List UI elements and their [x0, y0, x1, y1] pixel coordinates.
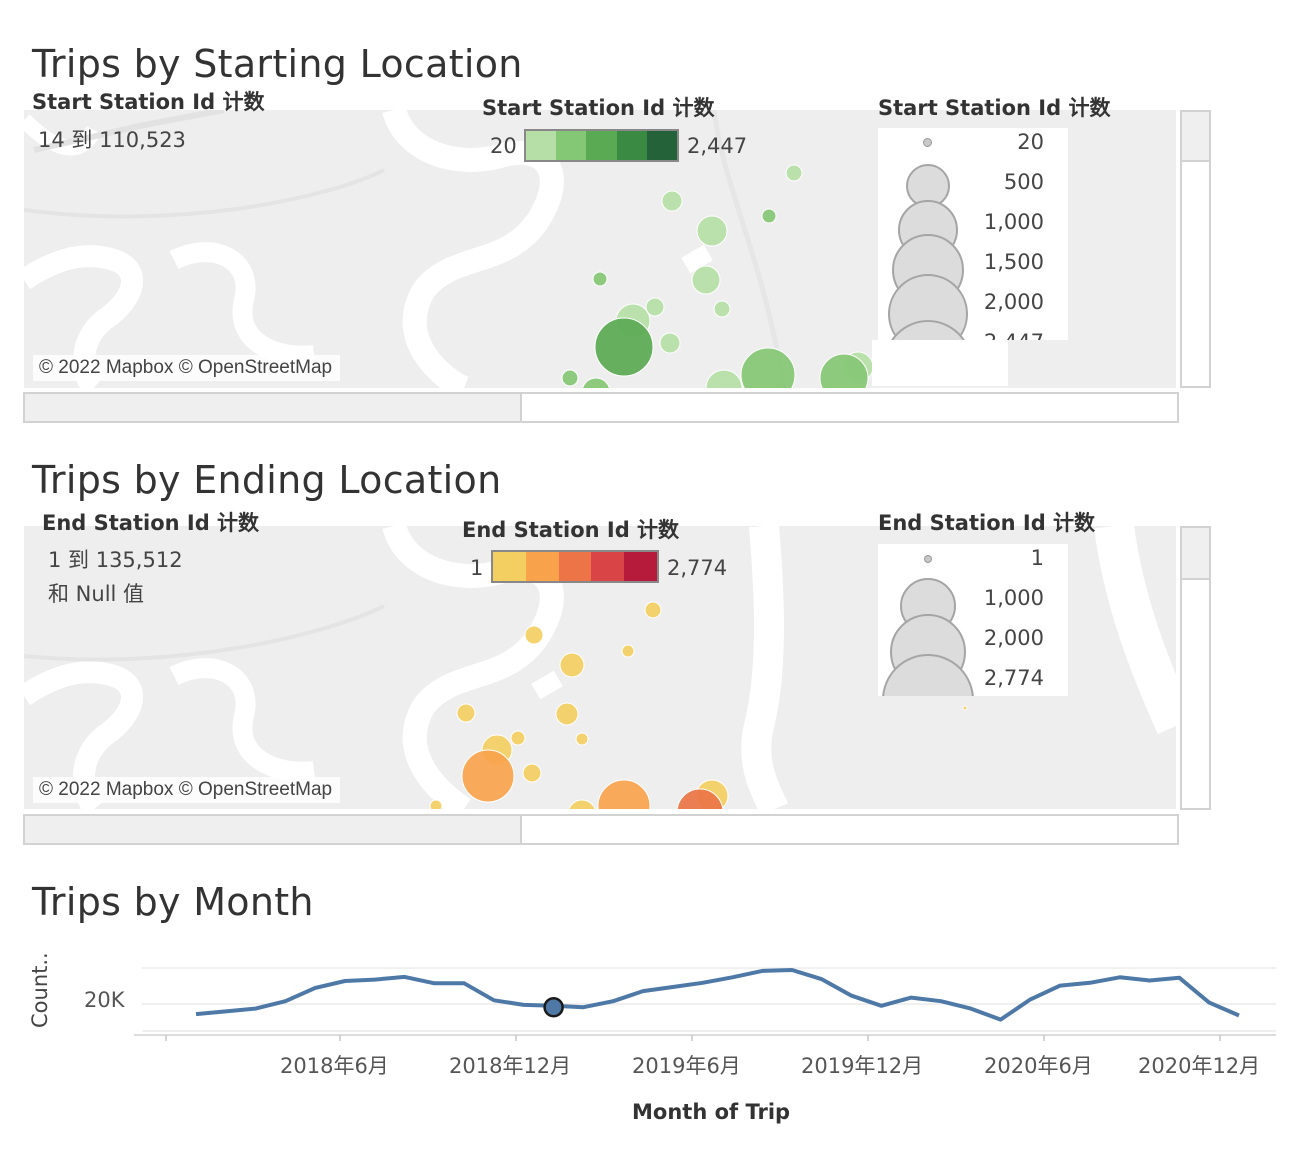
end-station-point[interactable] [575, 732, 589, 746]
month-x-tick-2019-12: 2019年12月 [801, 1054, 924, 1078]
size-legend-label-2000: 2,000 [983, 290, 1044, 314]
end-map-horizontal-scroll-thumb[interactable] [25, 816, 522, 843]
start-filter-label: Start Station Id 计数 [32, 90, 265, 114]
end-ramp-step-1 [493, 552, 526, 581]
start-map-horizontal-scroll-thumb[interactable] [25, 394, 522, 421]
start-station-point[interactable] [659, 332, 681, 354]
start-ramp-step-1 [526, 131, 557, 160]
month-x-tick-2018-06: 2018年6月 [280, 1054, 389, 1078]
end-station-point[interactable] [555, 702, 579, 726]
size-legend-label-500: 500 [1003, 170, 1044, 194]
end-size-legend-label-2774: 2,774 [983, 666, 1044, 690]
end-station-point[interactable] [597, 779, 651, 809]
end-station-point[interactable] [510, 730, 526, 746]
end-size-legend-label-1000: 1,000 [983, 586, 1044, 610]
start-section-title: Trips by Starting Location [32, 42, 523, 86]
end-ramp-step-5 [624, 552, 657, 581]
end-ramp-step-3 [558, 552, 592, 581]
start-color-ramp [524, 129, 679, 162]
start-ramp-step-5 [646, 131, 678, 160]
size-legend-label-1000: 1,000 [983, 210, 1044, 234]
start-map-vertical-scroll-thumb[interactable] [1182, 112, 1209, 162]
start-filter-range[interactable]: 14 到 110,523 [38, 124, 186, 154]
start-station-point[interactable] [713, 300, 731, 318]
end-map-vertical-scrollbar[interactable] [1180, 526, 1211, 810]
start-station-point[interactable] [594, 317, 654, 377]
end-size-legend-label-1: 1 [1030, 546, 1044, 570]
end-size-legend-dot-1 [924, 555, 932, 563]
end-station-point[interactable] [456, 703, 476, 723]
start-color-legend-min: 20 [490, 134, 517, 158]
end-color-ramp [491, 550, 659, 583]
end-filter-range[interactable]: 1 到 135,512 [48, 544, 183, 574]
size-legend-label-1500: 1,500 [983, 250, 1044, 274]
size-legend-label-2447: 2,447 [984, 330, 1044, 340]
end-station-point[interactable] [429, 799, 443, 809]
start-legend-cover [872, 340, 1008, 386]
start-map-horizontal-scrollbar[interactable] [23, 392, 1179, 423]
month-y-axis-title: Count.. [28, 952, 52, 1028]
start-station-point[interactable] [691, 265, 721, 295]
end-station-point[interactable] [621, 644, 635, 658]
start-station-point[interactable] [785, 164, 803, 182]
end-station-point[interactable] [568, 799, 596, 809]
end-section-title: Trips by Ending Location [32, 458, 502, 502]
month-section-title: Trips by Month [32, 880, 314, 924]
end-map-credit[interactable]: © 2022 Mapbox © OpenStreetMap [33, 777, 341, 803]
start-color-legend-max: 2,447 [687, 134, 748, 158]
end-size-legend-title: End Station Id 计数 [878, 511, 1096, 535]
start-station-point[interactable] [561, 369, 579, 387]
start-ramp-step-2 [556, 131, 587, 160]
end-size-legend-label-2000: 2,000 [983, 626, 1044, 650]
month-x-tick-2020-12: 2020年12月 [1138, 1054, 1261, 1078]
end-station-point[interactable] [962, 705, 968, 711]
end-station-point[interactable] [524, 625, 544, 645]
start-station-point[interactable] [696, 215, 728, 247]
end-size-legend: 1 1,000 2,000 2,774 [878, 544, 1068, 696]
start-station-point[interactable] [705, 369, 743, 388]
end-station-point[interactable] [644, 601, 662, 619]
start-map-vertical-scrollbar[interactable] [1180, 110, 1211, 388]
start-color-legend-title: Start Station Id 计数 [482, 96, 715, 120]
start-size-legend-title: Start Station Id 计数 [878, 96, 1111, 120]
month-x-tick-2019-06: 2019年6月 [632, 1054, 741, 1078]
size-legend-label-20: 20 [1017, 130, 1044, 154]
start-size-legend: 20 500 1,000 1,500 2,000 2,447 [878, 128, 1068, 340]
end-filter-label: End Station Id 计数 [42, 511, 260, 535]
start-ramp-step-3 [586, 131, 617, 160]
end-station-point[interactable] [461, 749, 515, 803]
end-ramp-step-4 [591, 552, 625, 581]
end-color-legend-max: 2,774 [667, 556, 728, 580]
month-line-chart[interactable] [130, 935, 1280, 1050]
start-ramp-step-4 [616, 131, 647, 160]
start-station-point[interactable] [661, 190, 683, 212]
start-station-point[interactable] [592, 271, 608, 287]
size-legend-dot-20 [923, 138, 932, 147]
start-station-point[interactable] [761, 208, 777, 224]
month-x-tick-2018-12: 2018年12月 [449, 1054, 572, 1078]
highlighted-month-point[interactable] [543, 996, 564, 1018]
end-station-point[interactable] [559, 652, 585, 678]
end-color-legend-title: End Station Id 计数 [462, 518, 680, 542]
month-x-axis-title: Month of Trip [632, 1100, 791, 1124]
start-station-point[interactable] [740, 347, 796, 388]
start-station-point[interactable] [582, 377, 610, 388]
end-map-horizontal-scrollbar[interactable] [23, 814, 1179, 845]
end-filter-null[interactable]: 和 Null 值 [48, 578, 144, 608]
start-map-credit[interactable]: © 2022 Mapbox © OpenStreetMap [33, 355, 341, 381]
end-ramp-step-2 [525, 552, 559, 581]
month-y-tick-20k: 20K [84, 988, 125, 1012]
month-trips-line[interactable] [195, 968, 1240, 1022]
end-station-point[interactable] [522, 763, 542, 783]
end-map-vertical-scroll-thumb[interactable] [1182, 528, 1209, 580]
month-x-tick-2020-06: 2020年6月 [984, 1054, 1093, 1078]
end-color-legend-min: 1 [470, 556, 484, 580]
